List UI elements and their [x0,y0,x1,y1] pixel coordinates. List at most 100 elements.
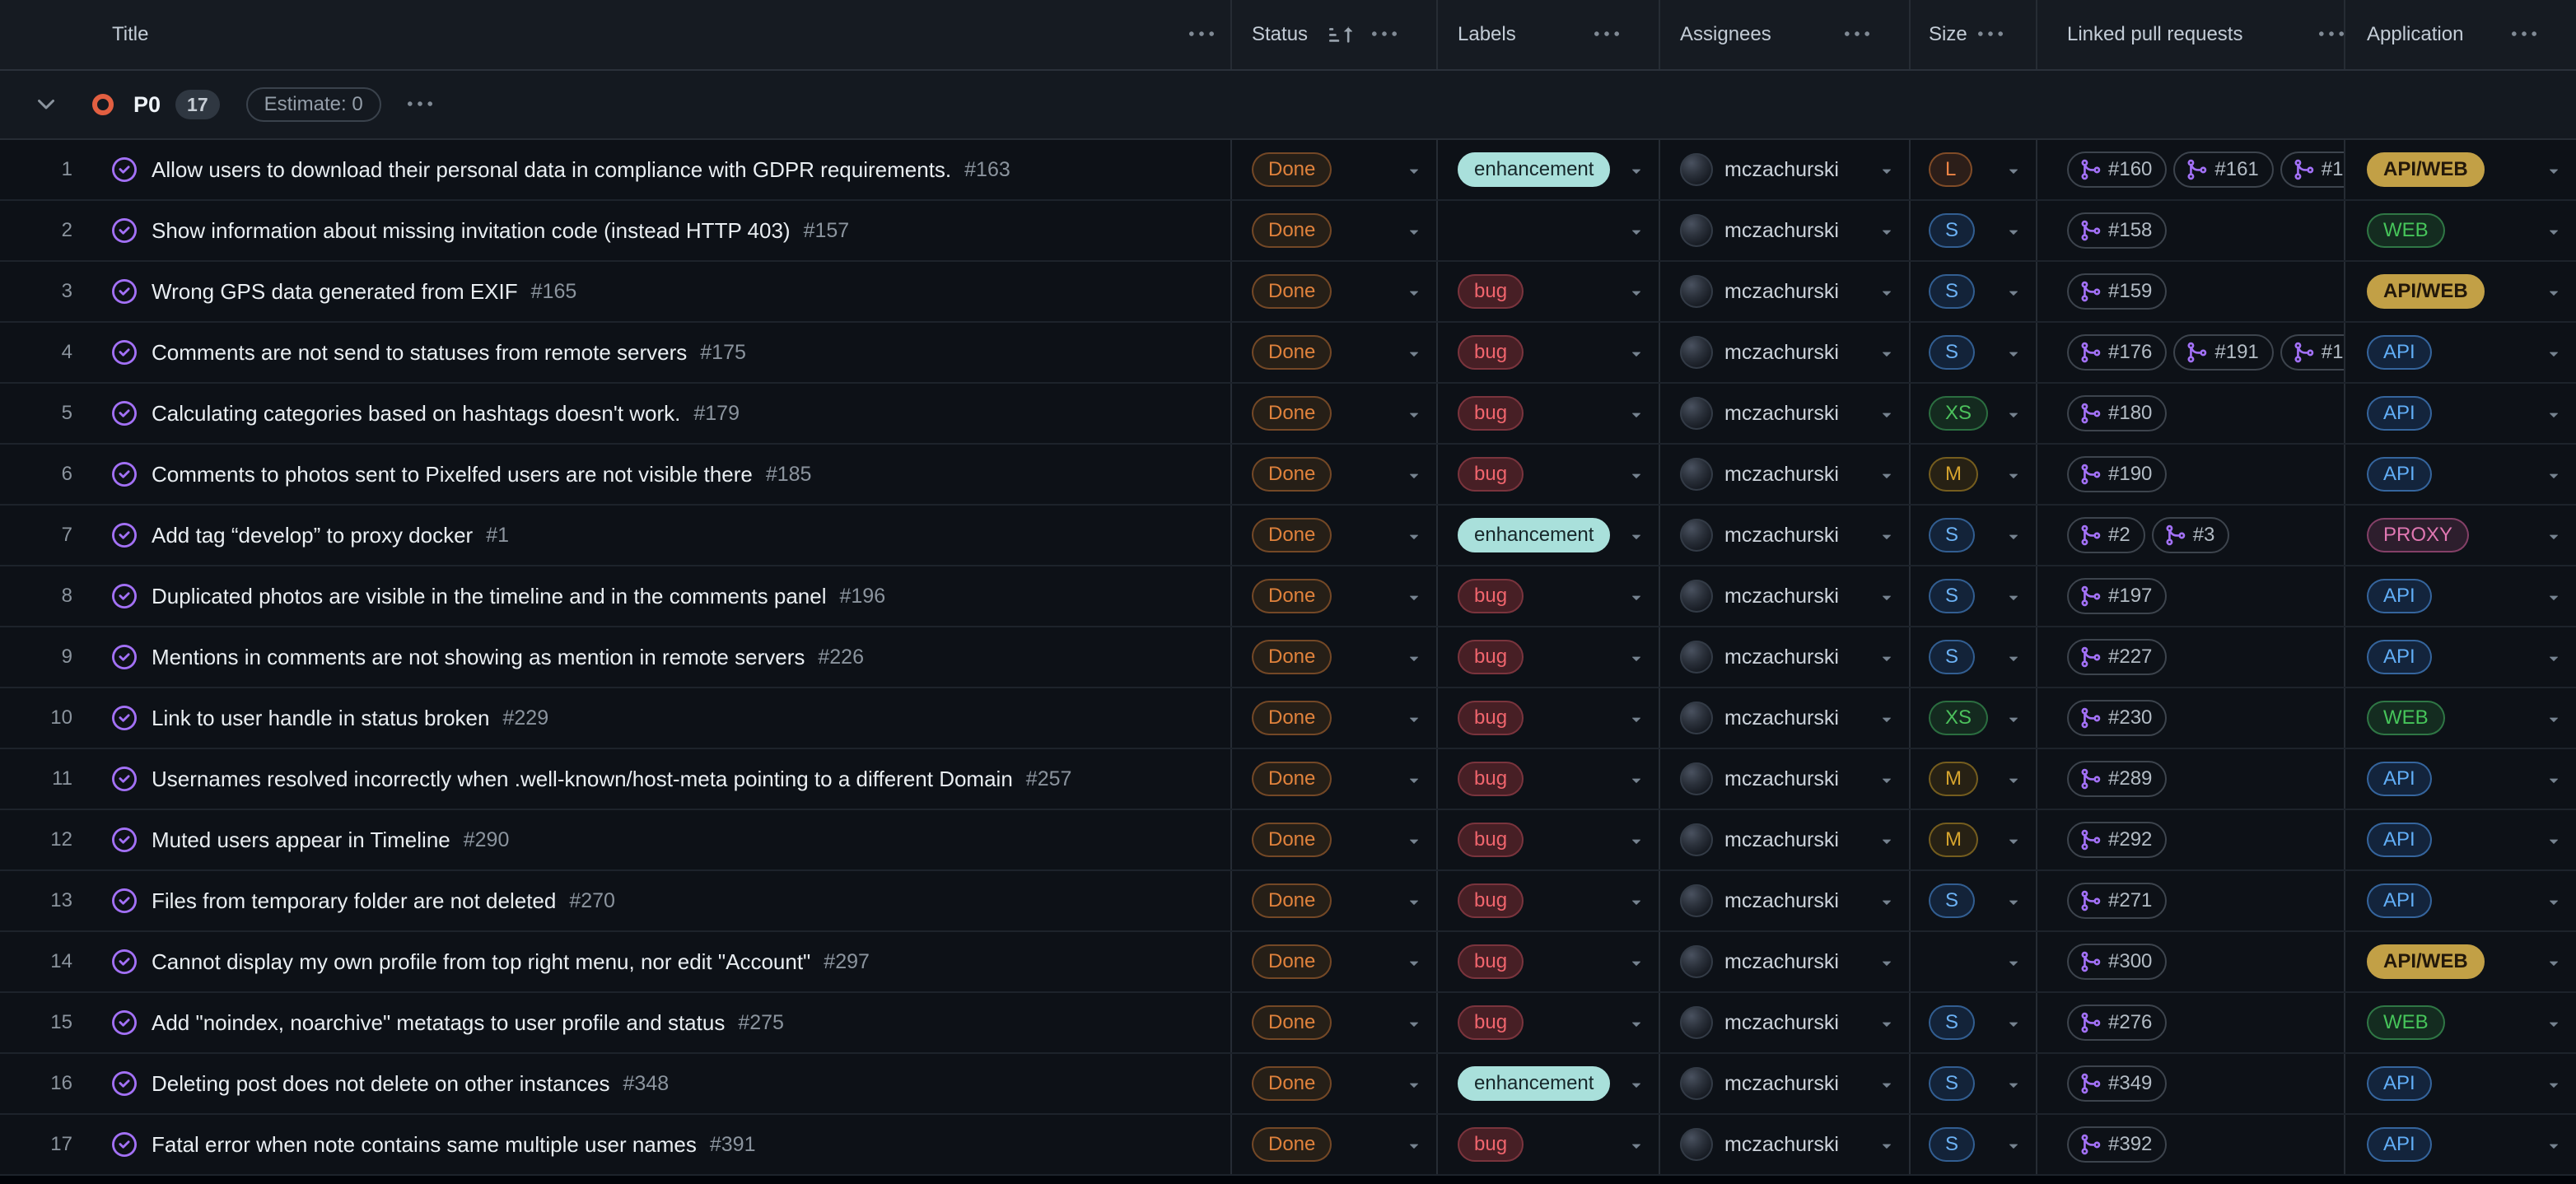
caret-down-icon[interactable] [2545,771,2563,789]
app-pill[interactable]: API [2367,1066,2432,1101]
issue-title[interactable]: Link to user handle in status broken [152,706,489,731]
caret-down-icon[interactable] [1878,771,1896,789]
assignees-cell[interactable]: mczachurski [1660,627,1911,687]
status-cell[interactable]: Done [1232,749,1438,809]
pr-chip[interactable]: #159 [2067,273,2167,310]
size-cell[interactable]: M [1911,749,2037,809]
caret-down-icon[interactable] [1878,588,1896,606]
caret-down-icon[interactable] [2545,893,2563,911]
size-cell[interactable]: XS [1911,688,2037,748]
pr-chip[interactable]: #160 [2067,151,2167,188]
status-cell[interactable]: Done [1232,627,1438,687]
status-pill[interactable]: Done [1252,883,1332,918]
caret-down-icon[interactable] [1878,953,1896,972]
application-cell[interactable]: WEB [2345,993,2576,1052]
assignees-cell[interactable]: mczachurski [1660,445,1911,504]
issue-title[interactable]: Files from temporary folder are not dele… [152,888,556,914]
size-cell[interactable]: S [1911,1054,2037,1113]
caret-down-icon[interactable] [2545,953,2563,972]
caret-down-icon[interactable] [1878,832,1896,850]
caret-down-icon[interactable] [2545,466,2563,484]
app-pill[interactable]: API [2367,396,2432,431]
caret-down-icon[interactable] [1878,466,1896,484]
application-cell[interactable]: WEB [2345,688,2576,748]
assignees-cell[interactable]: mczachurski [1660,323,1911,382]
application-cell[interactable]: API [2345,323,2576,382]
caret-down-icon[interactable] [1405,832,1423,850]
assignees-cell[interactable]: mczachurski [1660,688,1911,748]
pr-chip[interactable]: #3 [2152,517,2230,553]
caret-down-icon[interactable] [1405,344,1423,362]
caret-down-icon[interactable] [1627,283,1645,301]
caret-down-icon[interactable] [2545,527,2563,545]
pr-chip[interactable]: #292 [2067,822,2167,858]
column-header-linked-prs[interactable]: Linked pull requests [2037,0,2345,69]
pr-chip[interactable]: #161 [2173,151,2273,188]
status-cell[interactable]: Done [1232,506,1438,565]
pr-chip[interactable]: #276 [2067,1005,2167,1041]
labels-cell[interactable]: bug [1438,262,1660,321]
application-cell[interactable]: API [2345,445,2576,504]
caret-down-icon[interactable] [1627,405,1645,423]
pr-chip[interactable]: #230 [2067,700,2167,736]
application-cell[interactable]: API [2345,1054,2576,1113]
caret-down-icon[interactable] [1627,222,1645,240]
pr-chip[interactable]: #349 [2067,1065,2167,1102]
application-cell[interactable]: API/WEB [2345,932,2576,991]
caret-down-icon[interactable] [2004,588,2023,606]
issue-title[interactable]: Cannot display my own profile from top r… [152,949,810,975]
caret-down-icon[interactable] [1405,710,1423,728]
column-header-application[interactable]: Application [2345,0,2576,69]
application-cell[interactable]: PROXY [2345,506,2576,565]
caret-down-icon[interactable] [1627,771,1645,789]
caret-down-icon[interactable] [1405,466,1423,484]
size-cell[interactable]: S [1911,627,2037,687]
caret-down-icon[interactable] [2004,222,2023,240]
label-pill[interactable]: bug [1458,944,1524,979]
size-pill[interactable]: M [1929,823,1978,857]
caret-down-icon[interactable] [2004,893,2023,911]
pr-chip[interactable]: #180 [2067,395,2167,431]
caret-down-icon[interactable] [1878,161,1896,179]
assignees-cell[interactable]: mczachurski [1660,810,1911,869]
label-pill[interactable]: bug [1458,1005,1524,1040]
caret-down-icon[interactable] [2545,283,2563,301]
status-cell[interactable]: Done [1232,871,1438,930]
status-cell[interactable]: Done [1232,140,1438,199]
caret-down-icon[interactable] [2004,771,2023,789]
size-pill[interactable]: S [1929,274,1975,309]
status-cell[interactable]: Done [1232,932,1438,991]
app-pill[interactable]: API/WEB [2367,274,2485,309]
column-header-size[interactable]: Size [1911,0,2037,69]
app-pill[interactable]: WEB [2367,213,2445,248]
caret-down-icon[interactable] [1878,527,1896,545]
app-pill[interactable]: API [2367,883,2432,918]
size-cell[interactable]: S [1911,323,2037,382]
assignees-cell[interactable]: mczachurski [1660,871,1911,930]
issue-title[interactable]: Duplicated photos are visible in the tim… [152,584,826,609]
size-pill[interactable]: M [1929,457,1978,492]
application-column-menu-button[interactable] [2512,22,2536,47]
caret-down-icon[interactable] [2004,466,2023,484]
caret-down-icon[interactable] [2004,1014,2023,1033]
issue-title[interactable]: Comments are not send to statuses from r… [152,340,687,366]
assignees-cell[interactable]: mczachurski [1660,384,1911,443]
app-pill[interactable]: API [2367,335,2432,370]
status-column-menu-button[interactable] [1372,22,1397,47]
application-cell[interactable]: WEB [2345,201,2576,260]
labels-column-menu-button[interactable] [1594,22,1619,47]
size-cell[interactable]: XS [1911,384,2037,443]
assignees-cell[interactable]: mczachurski [1660,1115,1911,1174]
size-pill[interactable]: S [1929,1005,1975,1040]
caret-down-icon[interactable] [1627,588,1645,606]
caret-down-icon[interactable] [1627,344,1645,362]
size-pill[interactable]: S [1929,1066,1975,1101]
size-pill[interactable]: L [1929,152,1972,187]
size-cell[interactable]: L [1911,140,2037,199]
pr-chip[interactable]: #2 [2067,517,2145,553]
caret-down-icon[interactable] [1405,1136,1423,1154]
assignees-column-menu-button[interactable] [1845,22,1869,47]
size-cell[interactable]: S [1911,993,2037,1052]
pr-chip[interactable]: #158 [2067,212,2167,249]
app-pill[interactable]: API [2367,823,2432,857]
